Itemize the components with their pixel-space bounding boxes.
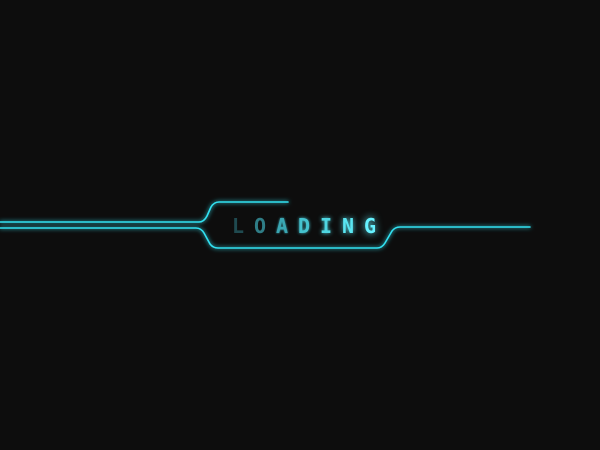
loading-letter: N [342,214,355,238]
loading-letter: O [254,214,267,238]
loading-letter: L [232,214,245,238]
loading-letter: A [276,214,289,238]
loading-text: L O A D I N G [232,212,386,240]
loading-screen: L O A D I N G [0,0,600,450]
loading-letter: G [364,214,377,238]
loading-letter: D [298,214,311,238]
loading-letter: I [320,214,333,238]
